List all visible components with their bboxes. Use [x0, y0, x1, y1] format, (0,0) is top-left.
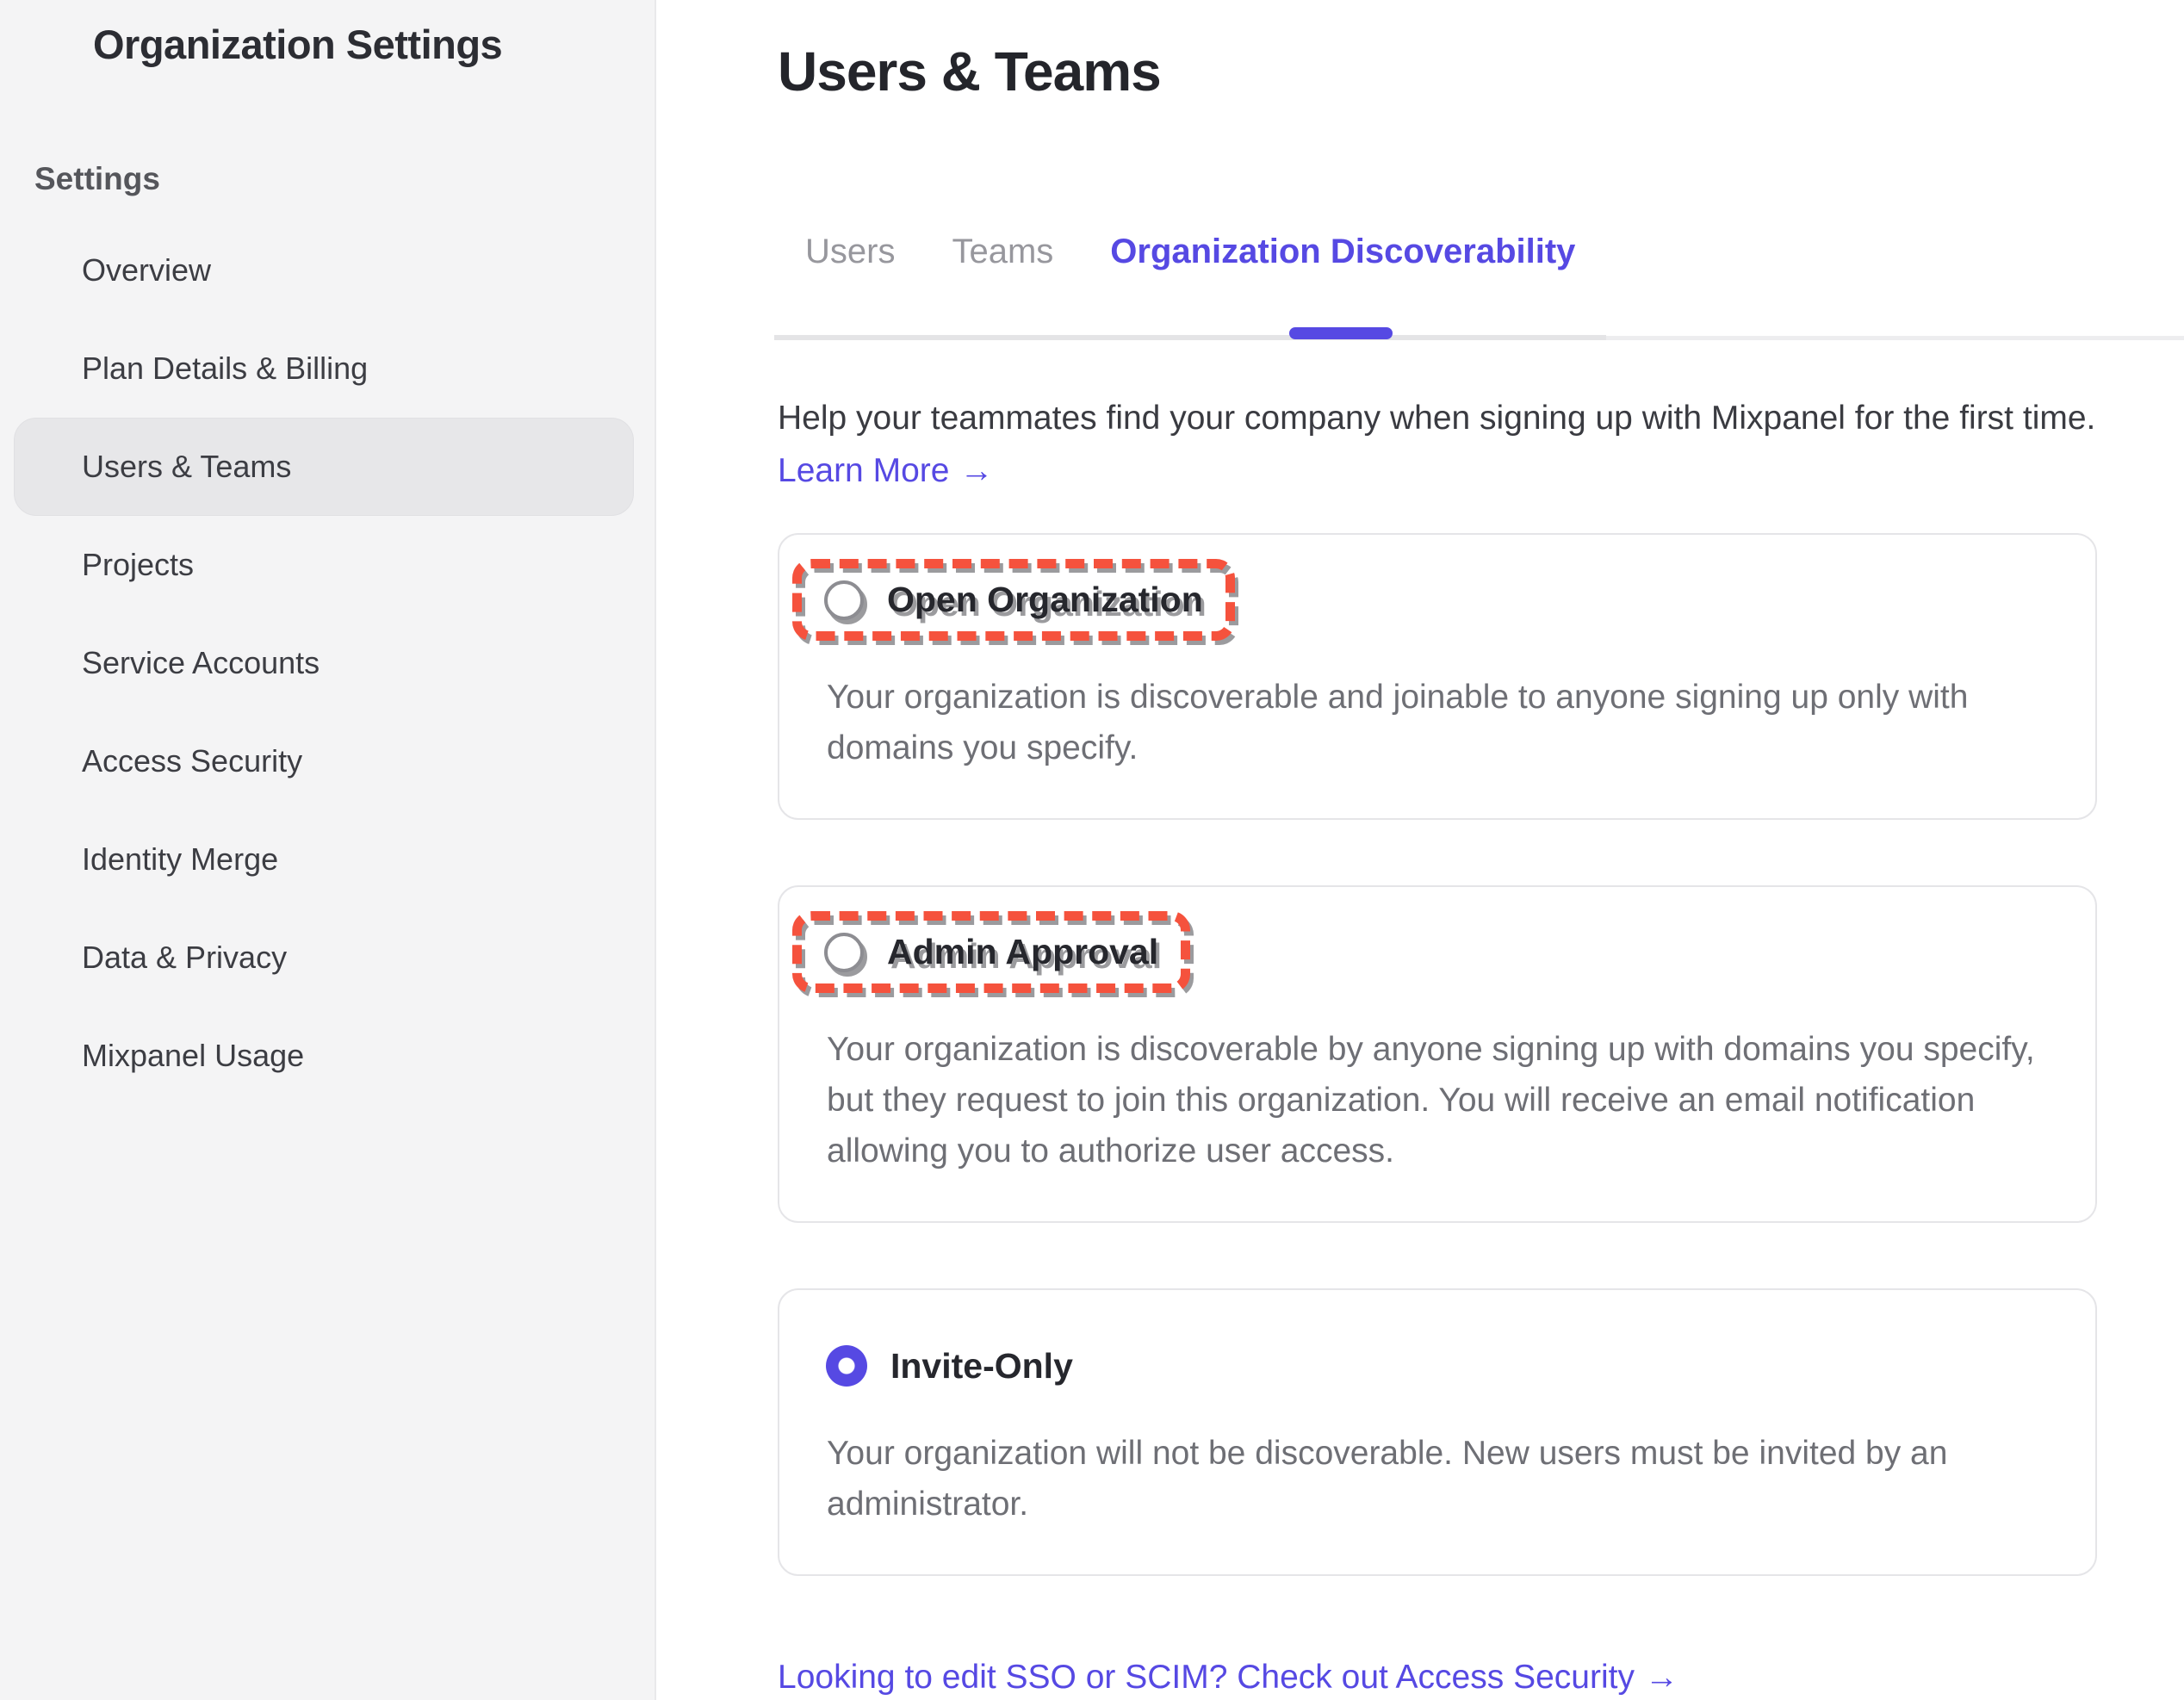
arrow-right-icon: → [1645, 1659, 1678, 1697]
access-security-link[interactable]: Looking to edit SSO or SCIM? Check out A… [778, 1659, 1678, 1697]
learn-more-label: Learn More [778, 452, 949, 490]
active-tab-indicator [1289, 327, 1393, 339]
sidebar-item-users-teams[interactable]: Users & Teams [14, 418, 634, 516]
radio-admin-approval[interactable] [824, 933, 864, 972]
annotation-highlight-open-organization: Open Organization [792, 559, 1235, 641]
intro-text: Help your teammates find your company wh… [778, 399, 2184, 438]
tab-users[interactable]: Users [805, 233, 895, 271]
radio-open-organization[interactable] [824, 580, 864, 620]
option-description: Your organization is discoverable and jo… [827, 672, 2051, 773]
discoverability-options: Open Organization Your organization is d… [778, 533, 2097, 1576]
option-title: Open Organization [887, 580, 1203, 620]
radio-invite-only[interactable] [826, 1345, 867, 1387]
sidebar-title: Organization Settings [93, 21, 655, 68]
option-card-admin-approval: Admin Approval Your organization is disc… [778, 885, 2097, 1223]
option-description: Your organization will not be discoverab… [827, 1428, 2051, 1529]
tab-divider-line-light [1606, 336, 2184, 340]
option-description: Your organization is discoverable by any… [827, 1024, 2051, 1176]
option-card-open-organization: Open Organization Your organization is d… [778, 533, 2097, 820]
sidebar-item-overview[interactable]: Overview [0, 221, 655, 320]
option-card-invite-only: Invite-Only Your organization will not b… [778, 1288, 2097, 1576]
sidebar-item-identity-merge[interactable]: Identity Merge [0, 810, 655, 909]
tab-teams[interactable]: Teams [952, 233, 1053, 271]
sidebar-section-label: Settings [34, 161, 655, 197]
page-title: Users & Teams [778, 40, 2184, 103]
annotation-highlight-admin-approval: Admin Approval [792, 911, 1190, 993]
radio-row-invite-only: Invite-Only [826, 1345, 1073, 1387]
tab-divider [656, 333, 2184, 340]
main-content: Users & Teams Users Teams Organization D… [656, 0, 2184, 1700]
access-security-link-label: Looking to edit SSO or SCIM? Check out A… [778, 1659, 1635, 1697]
sidebar: Organization Settings Settings Overview … [0, 0, 656, 1700]
sidebar-item-mixpanel-usage[interactable]: Mixpanel Usage [0, 1007, 655, 1105]
sidebar-item-data-privacy[interactable]: Data & Privacy [0, 909, 655, 1007]
option-title: Invite-Only [890, 1346, 1073, 1387]
tab-divider-line [774, 335, 1606, 340]
arrow-right-icon: → [959, 452, 993, 490]
sidebar-item-plan-details-billing[interactable]: Plan Details & Billing [0, 320, 655, 418]
sidebar-nav: Overview Plan Details & Billing Users & … [0, 221, 655, 1105]
option-title: Admin Approval [887, 932, 1158, 972]
learn-more-link[interactable]: Learn More → [778, 452, 993, 490]
sidebar-item-projects[interactable]: Projects [0, 516, 655, 614]
sidebar-item-service-accounts[interactable]: Service Accounts [0, 614, 655, 712]
tab-bar: Users Teams Organization Discoverability [805, 233, 2184, 271]
tab-organization-discoverability[interactable]: Organization Discoverability [1110, 233, 1575, 271]
sidebar-item-access-security[interactable]: Access Security [0, 712, 655, 810]
